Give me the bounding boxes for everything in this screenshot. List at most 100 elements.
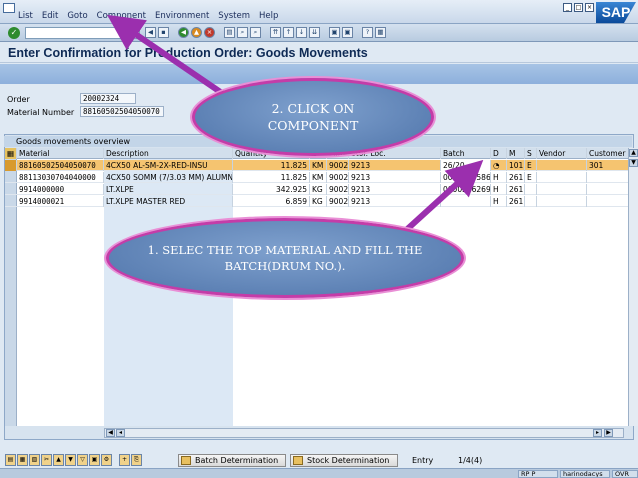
maximize-icon[interactable]: □ — [574, 3, 583, 12]
layout-menu-icon[interactable]: ▦ — [375, 27, 386, 38]
copy-row-icon[interactable]: ⎘ — [131, 454, 142, 466]
find-icon[interactable]: ⌕ — [237, 27, 248, 38]
cell-vendor[interactable] — [537, 196, 587, 207]
cell-customer[interactable] — [587, 196, 633, 207]
cell-batch[interactable] — [441, 196, 491, 207]
cell-plant[interactable]: 9002 — [327, 196, 349, 207]
batch-input[interactable]: 26/20 — [441, 160, 491, 171]
menu-system[interactable]: System — [218, 11, 250, 21]
cell-storage-location[interactable]: 9213 — [349, 184, 441, 195]
settings-icon[interactable]: ⚙ — [101, 454, 112, 466]
cell-movement-type[interactable]: 261 — [507, 184, 525, 195]
col-description[interactable]: Description — [104, 148, 233, 159]
exit-icon[interactable]: ▲ — [191, 27, 202, 38]
scroll-right-icon[interactable]: ▸ — [593, 429, 602, 437]
scroll-last-icon[interactable]: ▶ — [604, 429, 613, 437]
cell-vendor[interactable] — [537, 172, 587, 183]
find-next-icon[interactable]: ⌕ — [250, 27, 261, 38]
menu-component[interactable]: Component — [97, 11, 146, 21]
delete-row-icon[interactable]: ✂ — [41, 454, 52, 466]
cell-debit-credit[interactable]: H — [491, 184, 507, 195]
cell-description[interactable]: LT.XLPE MASTER RED — [104, 196, 233, 207]
sort-descending-icon[interactable]: ▼ — [65, 454, 76, 466]
last-page-icon[interactable]: ⇊ — [309, 27, 320, 38]
back-icon[interactable]: ◀ — [178, 27, 189, 38]
cell-movement-type[interactable]: 101 — [507, 160, 525, 171]
menu-list[interactable]: List — [18, 11, 33, 21]
create-session-icon[interactable]: ▣ — [329, 27, 340, 38]
select-all-rows-icon[interactable]: ▦ — [17, 454, 28, 466]
cell-plant[interactable]: 9002 — [327, 172, 349, 183]
col-vendor[interactable]: Vendor — [537, 148, 587, 159]
table-row[interactable]: 9914000000 LT.XLPE 342.925 KG 9002 9213 … — [5, 184, 633, 195]
command-dropdown-icon[interactable]: ◀ — [145, 27, 156, 38]
minimize-icon[interactable]: _ — [563, 3, 572, 12]
cell-special-stock[interactable] — [525, 184, 537, 195]
table-row[interactable]: 88160502504050070 4CX50 AL-SM-2X-RED-INS… — [5, 160, 633, 171]
col-d[interactable]: D — [491, 148, 507, 159]
batch-search-help-icon[interactable]: ◔ — [491, 160, 507, 171]
shortcut-icon[interactable]: ▣ — [342, 27, 353, 38]
cell-material[interactable]: 9914000000 — [17, 184, 104, 195]
filter-icon[interactable]: ▽ — [77, 454, 88, 466]
cell-quantity[interactable]: 342.925 — [233, 184, 310, 195]
menu-edit[interactable]: Edit — [42, 11, 58, 21]
cell-quantity[interactable]: 6.859 — [233, 196, 310, 207]
cell-debit-credit[interactable]: H — [491, 196, 507, 207]
previous-page-icon[interactable]: ↑ — [283, 27, 294, 38]
batch-determination-button[interactable]: Batch Determination — [178, 454, 286, 467]
export-icon[interactable]: ▣ — [89, 454, 100, 466]
scroll-down-icon[interactable]: ▼ — [629, 159, 638, 167]
cell-unit[interactable]: KM — [310, 160, 327, 171]
help-icon[interactable]: ? — [362, 27, 373, 38]
cell-unit[interactable]: KG — [310, 184, 327, 195]
first-page-icon[interactable]: ⇈ — [270, 27, 281, 38]
col-m[interactable]: M — [507, 148, 525, 159]
cell-plant[interactable]: 9002 — [327, 160, 349, 171]
scroll-left-icon[interactable]: ◂ — [116, 429, 125, 437]
cancel-icon[interactable]: × — [204, 27, 215, 38]
cell-batch[interactable]: 0000226269 — [441, 184, 491, 195]
cell-description[interactable]: LT.XLPE — [104, 184, 233, 195]
col-customer[interactable]: Customer — [587, 148, 633, 159]
row-selector[interactable] — [5, 160, 17, 171]
cell-customer[interactable] — [587, 172, 633, 183]
table-row[interactable]: 88113030704040000 4CX50 SOMM (7/3.03 MM)… — [5, 172, 633, 183]
cell-description[interactable]: 4CX50 SOMM (7/3.03 MM) ALUMN C — [104, 172, 233, 183]
save-icon[interactable]: ▪ — [158, 27, 169, 38]
cell-movement-type[interactable]: 261 — [507, 172, 525, 183]
col-batch[interactable]: Batch — [441, 148, 491, 159]
cell-unit[interactable]: KG — [310, 196, 327, 207]
cell-material[interactable]: 88160502504050070 — [17, 160, 104, 171]
cell-plant[interactable]: 9002 — [327, 184, 349, 195]
details-icon[interactable]: ▤ — [5, 454, 16, 466]
enter-check-icon[interactable]: ✓ — [8, 27, 20, 39]
col-s[interactable]: S — [525, 148, 537, 159]
cell-quantity[interactable]: 11.825 — [233, 160, 310, 171]
horizontal-scrollbar[interactable]: ◀ ◂ ▸ ▶ — [104, 428, 624, 438]
cell-unit[interactable]: KM — [310, 172, 327, 183]
cell-storage-location[interactable]: 9213 — [349, 160, 441, 171]
cell-batch[interactable]: 0000324586 — [441, 172, 491, 183]
menu-help[interactable]: Help — [259, 11, 278, 21]
cell-debit-credit[interactable]: H — [491, 172, 507, 183]
stock-determination-button[interactable]: Stock Determination — [290, 454, 398, 467]
menu-goto[interactable]: Goto — [67, 11, 87, 21]
select-all-icon[interactable]: ▦ — [5, 148, 17, 159]
cell-description[interactable]: 4CX50 AL-SM-2X-RED-INSU — [104, 160, 233, 171]
scroll-up-icon[interactable]: ▲ — [629, 149, 638, 157]
command-field[interactable] — [25, 27, 140, 39]
cell-vendor[interactable] — [537, 160, 587, 171]
print-icon[interactable]: ▤ — [224, 27, 235, 38]
cell-special-stock[interactable]: E — [525, 160, 537, 171]
deselect-all-icon[interactable]: ▧ — [29, 454, 40, 466]
cell-customer[interactable] — [587, 184, 633, 195]
menu-environment[interactable]: Environment — [155, 11, 209, 21]
table-row[interactable]: 9914000021 LT.XLPE MASTER RED 6.859 KG 9… — [5, 196, 633, 207]
cell-storage-location[interactable]: 9213 — [349, 196, 441, 207]
cell-material[interactable]: 88113030704040000 — [17, 172, 104, 183]
cell-customer[interactable]: 301 — [587, 160, 633, 171]
cell-storage-location[interactable]: 9213 — [349, 172, 441, 183]
cell-special-stock[interactable]: E — [525, 172, 537, 183]
scroll-first-icon[interactable]: ◀ — [106, 429, 115, 437]
